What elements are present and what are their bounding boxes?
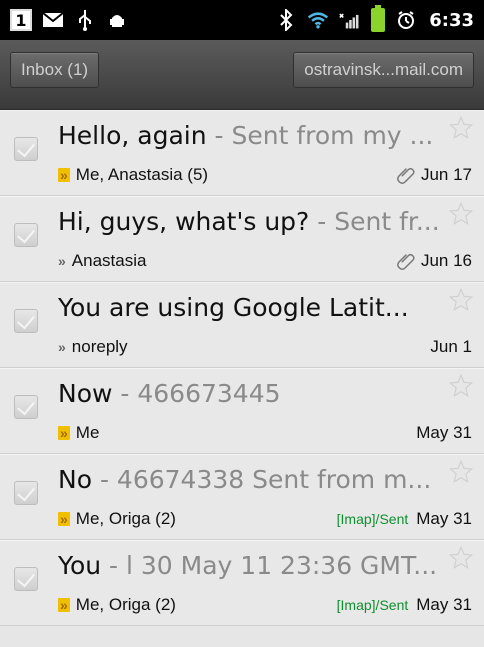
alarm-icon (395, 9, 417, 31)
message-subject: Hello, again (58, 121, 207, 150)
message-senders: Me, Origa (2) (75, 509, 176, 528)
message-subject: You (58, 551, 102, 580)
signal-icon (339, 9, 361, 31)
chevron-icon: » (58, 253, 66, 269)
star-icon[interactable] (448, 115, 474, 141)
message-meta: » Me, Origa (2) [Imap]/Sent May 31 (58, 593, 472, 617)
message-snippet: - Sent fr... (309, 207, 440, 236)
message-senders: Me (75, 423, 100, 442)
message-senders: Anastasia (71, 251, 147, 270)
select-checkbox[interactable] (14, 309, 38, 333)
chevron-icon: » (58, 425, 70, 441)
message-subject-line: Hi, guys, what's up? - Sent fr... (58, 207, 444, 236)
star-icon[interactable] (448, 459, 474, 485)
chevron-icon: » (58, 597, 70, 613)
status-time: 6:33 (429, 9, 474, 31)
message-date: May 31 (416, 595, 472, 614)
mail-icon (42, 9, 64, 31)
message-meta: » Me, Anastasia (5) Jun 17 (58, 163, 472, 187)
message-row[interactable]: You - l 30 May 11 23:36 GMT... » Me, Ori… (0, 540, 484, 626)
message-right-meta: [Imap]/Sent May 31 (337, 595, 472, 615)
chevron-icon: » (58, 511, 70, 527)
message-senders: noreply (71, 337, 128, 356)
message-subject-line: Hello, again - Sent from my ... (58, 121, 444, 150)
chevron-icon: » (58, 167, 70, 183)
message-label: [Imap]/Sent (336, 511, 409, 527)
star-icon[interactable] (448, 545, 474, 571)
message-subject-line: No - 46674338 Sent from m... (58, 465, 444, 494)
select-checkbox[interactable] (14, 223, 38, 247)
select-checkbox[interactable] (14, 137, 38, 161)
message-snippet: - Sent from my ... (206, 121, 434, 150)
notification-count-icon: 1 (10, 9, 32, 31)
message-date: Jun 16 (420, 251, 472, 270)
bluetooth-icon (275, 9, 297, 31)
message-right-meta: [Imap]/Sent May 31 (337, 509, 472, 529)
message-row[interactable]: Now - 466673445 » Me May 31 (0, 368, 484, 454)
usb-icon (74, 9, 96, 31)
app-header: Inbox (1) ostravinsk...mail.com (0, 40, 484, 110)
status-right: 6:33 (275, 5, 474, 32)
message-snippet: - 466673445 (112, 379, 281, 408)
message-date: Jun 17 (420, 165, 472, 184)
message-date: Jun 1 (430, 337, 472, 356)
star-icon[interactable] (448, 201, 474, 227)
select-checkbox[interactable] (14, 567, 38, 591)
wifi-icon (307, 9, 329, 31)
select-checkbox[interactable] (14, 481, 38, 505)
message-row[interactable]: Hello, again - Sent from my ... » Me, An… (0, 110, 484, 196)
paperclip-icon (396, 167, 415, 184)
battery-charging-icon (371, 5, 386, 32)
message-meta: » Me May 31 (58, 421, 472, 445)
select-checkbox[interactable] (14, 395, 38, 419)
message-right-meta: May 31 (416, 423, 472, 443)
status-bar: 1 6:33 (0, 0, 484, 40)
message-meta: » noreply Jun 1 (58, 335, 472, 359)
paperclip-icon (396, 253, 415, 270)
message-row[interactable]: No - 46674338 Sent from m... » Me, Origa… (0, 454, 484, 540)
message-subject: Now (58, 379, 113, 408)
message-meta: » Anastasia Jun 16 (58, 249, 472, 273)
message-right-meta: Jun 1 (430, 337, 472, 357)
message-meta: » Me, Origa (2) [Imap]/Sent May 31 (58, 507, 472, 531)
message-date: May 31 (416, 509, 472, 528)
message-snippet: - l 30 May 11 23:36 GMT... (101, 551, 438, 580)
star-icon[interactable] (448, 373, 474, 399)
message-row[interactable]: You are using Google Latit... » noreply … (0, 282, 484, 368)
message-list: Hello, again - Sent from my ... » Me, An… (0, 110, 484, 626)
chevron-icon: » (58, 339, 66, 355)
message-subject: No (58, 465, 92, 494)
message-snippet: - 46674338 Sent from m... (92, 465, 432, 494)
message-row[interactable]: Hi, guys, what's up? - Sent fr... » Anas… (0, 196, 484, 282)
inbox-button[interactable]: Inbox (1) (10, 52, 100, 88)
message-label: [Imap]/Sent (336, 597, 409, 613)
android-debug-icon (106, 9, 128, 31)
account-button[interactable]: ostravinsk...mail.com (293, 52, 474, 88)
message-right-meta: Jun 17 (396, 165, 472, 185)
message-right-meta: Jun 16 (396, 251, 472, 271)
message-senders: Me, Origa (2) (75, 595, 176, 614)
status-left: 1 (10, 9, 128, 31)
message-subject: Hi, guys, what's up? (58, 207, 310, 236)
message-subject-line: You - l 30 May 11 23:36 GMT... (58, 551, 444, 580)
message-subject: You are using Google Latit... (58, 293, 409, 322)
star-icon[interactable] (448, 287, 474, 313)
message-subject-line: You are using Google Latit... (58, 293, 444, 322)
message-date: May 31 (416, 423, 472, 442)
message-senders: Me, Anastasia (5) (75, 165, 209, 184)
message-subject-line: Now - 466673445 (58, 379, 444, 408)
